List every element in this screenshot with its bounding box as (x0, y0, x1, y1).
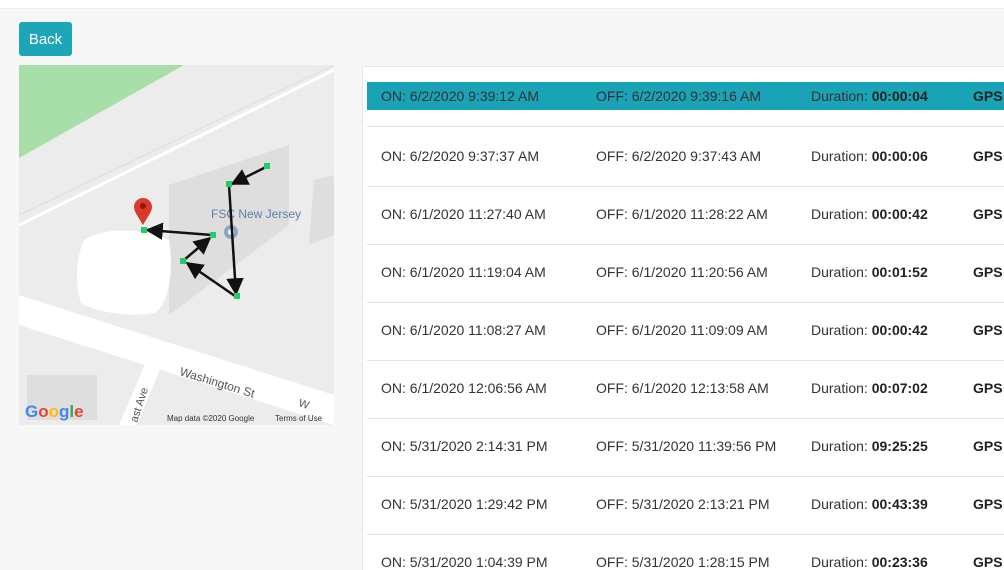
event-on-time: ON: 6/1/2020 11:19:04 AM (381, 264, 546, 280)
event-on-time: ON: 6/2/2020 9:37:37 AM (381, 148, 539, 164)
event-off-time: OFF: 5/31/2020 2:13:21 PM (596, 496, 770, 512)
event-off-time: OFF: 6/1/2020 11:09:09 AM (596, 322, 768, 338)
event-source: GPS (973, 496, 1003, 512)
event-duration: Duration: 00:00:06 (811, 148, 928, 164)
event-row[interactable]: ON: 6/1/2020 11:27:40 AM OFF: 6/1/2020 1… (367, 186, 1004, 245)
event-duration: Duration: 00:23:36 (811, 554, 928, 570)
event-off-time: OFF: 6/2/2020 9:37:43 AM (596, 148, 761, 164)
event-source: GPS (973, 380, 1003, 396)
duration-label: Duration: (811, 322, 868, 338)
duration-label: Duration: (811, 148, 868, 164)
top-bar (0, 0, 1004, 9)
event-row[interactable]: ON: 6/1/2020 12:06:56 AM OFF: 6/1/2020 1… (367, 360, 1004, 419)
map-view[interactable]: Washington St ast Ave W FSC New Jersey G… (19, 65, 334, 425)
event-on-time: ON: 6/1/2020 12:06:56 AM (381, 380, 547, 396)
map-attribution: Map data ©2020 Google (167, 414, 255, 423)
event-on-time: ON: 6/2/2020 9:39:12 AM (381, 88, 539, 104)
event-source: GPS (973, 88, 1003, 104)
duration-value: 00:00:04 (871, 88, 928, 104)
row-divider (367, 126, 1004, 127)
event-on-time: ON: 5/31/2020 1:29:42 PM (381, 496, 548, 512)
event-duration: Duration: 00:07:02 (811, 380, 928, 396)
event-off-time: OFF: 6/1/2020 12:13:58 AM (596, 380, 769, 396)
duration-label: Duration: (811, 88, 868, 104)
event-off-time: OFF: 6/1/2020 11:28:22 AM (596, 206, 768, 222)
duration-value: 00:01:52 (871, 264, 928, 280)
event-source: GPS (973, 206, 1003, 222)
event-row[interactable]: ON: 5/31/2020 1:04:39 PM OFF: 5/31/2020 … (367, 534, 1004, 570)
place-label: FSC New Jersey (211, 207, 301, 221)
google-logo-letter: g (59, 402, 70, 421)
event-on-time: ON: 5/31/2020 2:14:31 PM (381, 438, 548, 454)
duration-value: 00:07:02 (871, 380, 928, 396)
event-off-time: OFF: 6/1/2020 11:20:56 AM (596, 264, 768, 280)
terms-of-use-link[interactable]: Terms of Use (275, 414, 322, 423)
duration-value: 09:25:25 (871, 438, 928, 454)
event-source: GPS (973, 438, 1003, 454)
google-logo-letter: e (74, 402, 84, 421)
event-off-time: OFF: 5/31/2020 11:39:56 PM (596, 438, 777, 454)
duration-label: Duration: (811, 264, 868, 280)
event-source: GPS (973, 322, 1003, 338)
blank-area (77, 230, 171, 315)
event-row[interactable]: ON: 6/1/2020 11:08:27 AM OFF: 6/1/2020 1… (367, 302, 1004, 361)
duration-value: 00:00:06 (871, 148, 928, 164)
event-off-time: OFF: 5/31/2020 1:28:15 PM (596, 554, 770, 570)
event-row[interactable]: ON: 5/31/2020 1:29:42 PM OFF: 5/31/2020 … (367, 476, 1004, 535)
duration-value: 00:23:36 (871, 554, 928, 570)
duration-label: Duration: (811, 206, 868, 222)
event-duration: Duration: 00:00:42 (811, 206, 928, 222)
google-logo: Google (25, 402, 84, 422)
google-logo-letter: o (38, 402, 49, 421)
event-source: GPS (973, 148, 1003, 164)
duration-label: Duration: (811, 554, 868, 570)
event-on-time: ON: 6/1/2020 11:27:40 AM (381, 206, 546, 222)
duration-label: Duration: (811, 380, 868, 396)
google-logo-letter: o (48, 402, 60, 421)
event-row[interactable]: ON: 6/1/2020 11:19:04 AM OFF: 6/1/2020 1… (367, 244, 1004, 303)
event-duration: Duration: 00:00:04 (811, 88, 928, 104)
back-button[interactable]: Back (19, 22, 72, 56)
event-row[interactable]: ON: 5/31/2020 2:14:31 PM OFF: 5/31/2020 … (367, 418, 1004, 477)
duration-value: 00:00:42 (871, 322, 928, 338)
event-duration: Duration: 09:25:25 (811, 438, 928, 454)
event-duration: Duration: 00:01:52 (811, 264, 928, 280)
duration-label: Duration: (811, 438, 868, 454)
event-source: GPS (973, 264, 1003, 280)
duration-value: 00:00:42 (871, 206, 928, 222)
event-source: GPS (973, 554, 1003, 570)
event-row[interactable]: ON: 6/2/2020 9:37:37 AM OFF: 6/2/2020 9:… (367, 128, 1004, 187)
duration-label: Duration: (811, 496, 868, 512)
events-list: ON: 6/2/2020 9:39:12 AM OFF: 6/2/2020 9:… (362, 66, 1004, 570)
duration-value: 00:43:39 (871, 496, 928, 512)
event-duration: Duration: 00:00:42 (811, 322, 928, 338)
google-logo-letter: G (25, 402, 39, 421)
event-on-time: ON: 5/31/2020 1:04:39 PM (381, 554, 548, 570)
event-duration: Duration: 00:43:39 (811, 496, 928, 512)
event-off-time: OFF: 6/2/2020 9:39:16 AM (596, 88, 761, 104)
event-row-selected[interactable]: ON: 6/2/2020 9:39:12 AM OFF: 6/2/2020 9:… (367, 82, 1004, 110)
event-on-time: ON: 6/1/2020 11:08:27 AM (381, 322, 546, 338)
map-canvas[interactable]: Washington St ast Ave W FSC New Jersey (19, 65, 334, 425)
